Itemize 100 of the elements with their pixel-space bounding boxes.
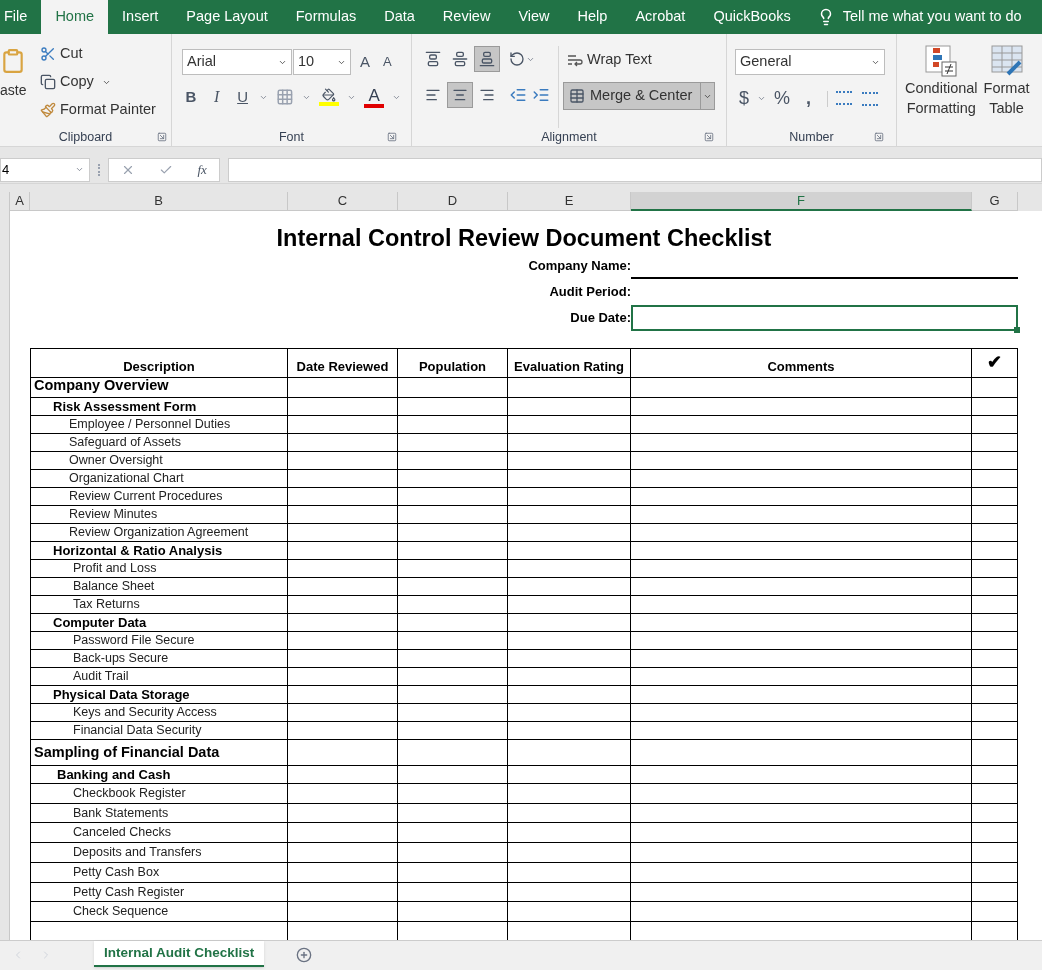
description-text: Horizontal & Ratio Analysis	[52, 542, 223, 560]
alignment-lines-icon	[425, 51, 441, 67]
cut-button[interactable]: Cut	[40, 42, 156, 66]
ribbon-tab[interactable]: Review	[428, 0, 505, 34]
dialog-launcher-icon[interactable]	[157, 132, 167, 142]
table-cell	[972, 560, 1018, 579]
borders-icon[interactable]	[276, 88, 295, 106]
paintbrush-icon	[40, 102, 56, 118]
decrease-decimal-icon[interactable]	[862, 91, 879, 106]
ribbon-tab[interactable]: Insert	[108, 0, 173, 34]
grow-font-button[interactable]: A	[360, 50, 370, 74]
table-format-icon	[989, 44, 1024, 78]
description-text: Review Organization Agreement	[68, 524, 249, 542]
add-sheet-icon[interactable]	[296, 947, 313, 963]
format-as-table-button[interactable]: Format Table	[983, 44, 1030, 146]
fill-color-icon[interactable]	[319, 88, 340, 106]
description-text: Safeguard of Assets	[68, 434, 181, 452]
column-heading: Date Reviewed	[288, 348, 398, 379]
dialog-launcher-icon[interactable]	[704, 132, 714, 142]
table-cell	[972, 542, 1018, 561]
description-text: Audit Trail	[72, 668, 129, 686]
dialog-launcher-icon[interactable]	[387, 132, 397, 142]
number-format-dropdown[interactable]: General	[735, 49, 885, 75]
description-text: Review Current Procedures	[68, 488, 223, 506]
align-button[interactable]	[447, 82, 473, 108]
description-text: Financial Data Security	[72, 722, 202, 740]
merge-center-button[interactable]: Merge & Center	[563, 82, 716, 110]
ribbon-tab[interactable]: Formulas	[281, 0, 371, 34]
insert-function-icon[interactable]: fx	[197, 159, 207, 180]
ribbon-tab[interactable]: Home	[41, 0, 109, 34]
alignment-lines-icon	[479, 87, 495, 103]
table-cell	[972, 524, 1018, 543]
description-text: Risk Assessment Form	[52, 398, 197, 416]
description-text: Sampling of Financial Data	[33, 742, 220, 762]
currency-button[interactable]: $	[739, 85, 749, 112]
ribbon-tab[interactable]: File	[0, 0, 42, 34]
table-cell	[972, 452, 1018, 471]
field-label: Audit Period:	[549, 283, 631, 302]
ribbon-tab[interactable]: Data	[370, 0, 429, 34]
shrink-font-button[interactable]: A	[383, 52, 392, 72]
description-text: Password File Secure	[72, 632, 195, 650]
description-text: Owner Oversight	[68, 452, 163, 470]
font-size-dropdown[interactable]: 10	[293, 49, 351, 75]
separator-dots-icon	[98, 163, 100, 176]
orientation-icon[interactable]	[509, 51, 525, 67]
dialog-launcher-icon[interactable]	[874, 132, 884, 142]
description-text: Canceled Checks	[72, 824, 171, 842]
description-text: Employee / Personnel Duties	[68, 416, 231, 434]
group-label: Alignment	[541, 128, 597, 146]
italic-button[interactable]: I	[207, 85, 226, 109]
wrap-text-icon	[567, 52, 583, 68]
table-cell	[972, 506, 1018, 525]
table-cell	[972, 398, 1018, 417]
field-label: Due Date:	[570, 309, 631, 328]
paste-button[interactable]: aste	[0, 42, 32, 128]
description-text: Check Sequence	[72, 903, 169, 921]
increase-indent-icon[interactable]	[532, 86, 550, 104]
bold-button[interactable]: B	[182, 85, 200, 109]
table-cell	[972, 650, 1018, 669]
comma-button[interactable]: ,	[806, 85, 812, 112]
table-cell	[972, 765, 1018, 784]
description-text: Keys and Security Access	[72, 704, 217, 722]
description-text: Balance Sheet	[72, 578, 155, 596]
group-label: Font	[279, 128, 304, 146]
sheet-title: Internal Control Review Document Checklist	[275, 224, 773, 253]
column-header[interactable]: F	[631, 192, 972, 211]
decrease-indent-icon[interactable]	[509, 86, 527, 104]
ribbon-tab[interactable]: QuickBooks	[699, 0, 805, 34]
description-text: Checkbook Register	[72, 784, 186, 802]
description-text: Banking and Cash	[56, 765, 171, 783]
description-text: Tax Returns	[72, 596, 140, 614]
font-name-dropdown[interactable]: Arial	[182, 49, 292, 75]
underline-button[interactable]: U	[233, 85, 252, 109]
table-cell	[972, 823, 1018, 844]
increase-decimal-icon[interactable]	[827, 90, 855, 107]
name-box[interactable]: 4	[0, 157, 90, 182]
format-painter-button[interactable]: Format Painter	[40, 98, 156, 122]
percent-button[interactable]: %	[774, 85, 791, 112]
column-heading: Comments	[631, 348, 972, 379]
column-heading: Population	[398, 348, 508, 379]
table-cell	[972, 740, 1018, 766]
scissors-icon	[40, 46, 56, 62]
table-cell	[972, 488, 1018, 507]
copy-button[interactable]: Copy	[40, 70, 156, 94]
ribbon-tab[interactable]: Acrobat	[621, 0, 700, 34]
wrap-text-button[interactable]: Wrap Text	[563, 46, 716, 74]
sheet-tab[interactable]: Internal Audit Checklist	[94, 941, 265, 967]
table-cell	[972, 632, 1018, 651]
field-value-cell[interactable]	[631, 304, 1018, 331]
align-button[interactable]	[474, 46, 500, 72]
ribbon-tab[interactable]: Page Layout	[172, 0, 282, 34]
copy-icon	[40, 74, 56, 90]
font-color-button[interactable]: A	[364, 86, 385, 108]
table-cell	[972, 578, 1018, 597]
tell-me-search[interactable]: Tell me what you want to do	[842, 6, 1022, 28]
conditional-formatting-button[interactable]: Conditional Formatting	[905, 44, 978, 146]
group-label: Clipboard	[58, 128, 113, 146]
ribbon-tab[interactable]: View	[504, 0, 564, 34]
table-cell	[972, 434, 1018, 453]
ribbon-tab[interactable]: Help	[563, 0, 622, 34]
